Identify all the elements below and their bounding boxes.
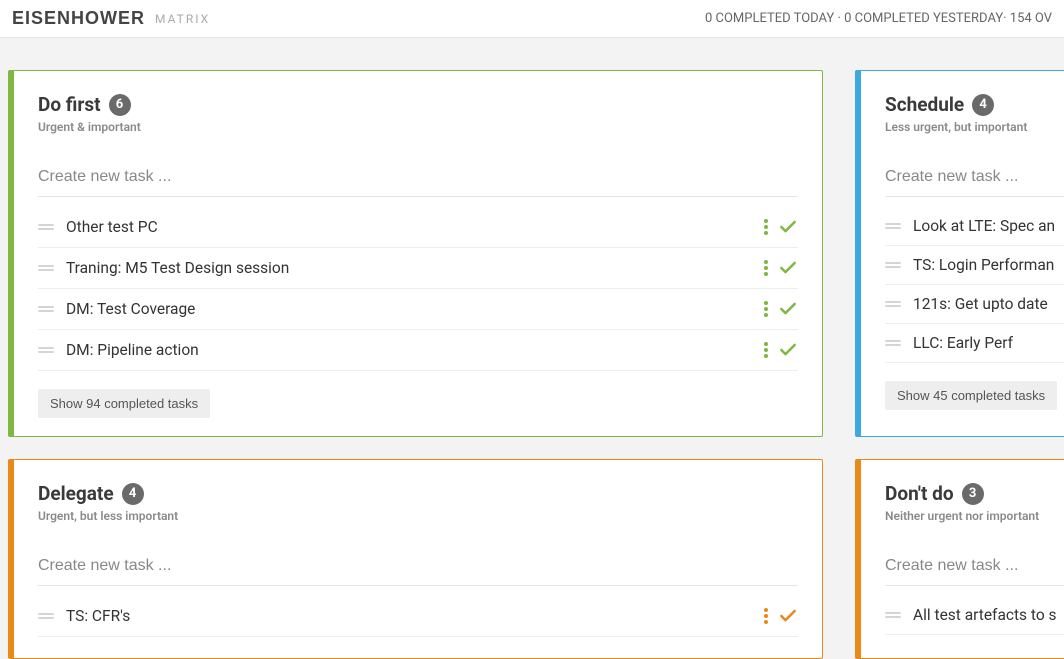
complete-icon[interactable] bbox=[778, 606, 798, 626]
complete-icon[interactable] bbox=[778, 258, 798, 278]
count-badge: 3 bbox=[962, 483, 984, 505]
task-row[interactable]: DM: Test Coverage bbox=[38, 289, 798, 330]
drag-handle-icon[interactable] bbox=[885, 223, 901, 229]
task-row[interactable]: Other test PC bbox=[38, 207, 798, 248]
quadrant-title: Don't do bbox=[885, 482, 954, 505]
quadrant-subtitle: Neither urgent nor important bbox=[885, 509, 1064, 523]
show-completed-button[interactable]: Show 94 completed tasks bbox=[38, 389, 210, 418]
quadrant-subtitle: Urgent, but less important bbox=[38, 509, 798, 523]
drag-handle-icon[interactable] bbox=[38, 347, 54, 353]
more-icon[interactable] bbox=[764, 260, 768, 276]
task-list[interactable]: Look at LTE: Spec an TS: Login Performan… bbox=[885, 207, 1064, 363]
brand: EISENHOWER bbox=[12, 8, 145, 29]
task-row[interactable]: All test artefacts to s bbox=[885, 596, 1064, 635]
more-icon[interactable] bbox=[764, 342, 768, 358]
complete-icon[interactable] bbox=[778, 340, 798, 360]
drag-handle-icon[interactable] bbox=[38, 224, 54, 230]
new-task-input[interactable] bbox=[885, 162, 1064, 197]
quadrant-delegate: Delegate 4 Urgent, but less important TS… bbox=[8, 459, 823, 659]
count-badge: 4 bbox=[972, 94, 994, 116]
quadrant-title: Schedule bbox=[885, 93, 964, 116]
quadrant-subtitle: Less urgent, but important bbox=[885, 120, 1064, 134]
task-text: Look at LTE: Spec an bbox=[913, 217, 1064, 235]
new-task-input[interactable] bbox=[885, 551, 1064, 586]
drag-handle-icon[interactable] bbox=[38, 265, 54, 271]
task-text: TS: Login Performan bbox=[913, 256, 1064, 274]
task-list[interactable]: TS: CFR's bbox=[38, 596, 798, 637]
task-row[interactable]: DM: Pipeline action bbox=[38, 330, 798, 371]
complete-icon[interactable] bbox=[778, 217, 798, 237]
stats-summary: 0 COMPLETED TODAY · 0 COMPLETED YESTERDA… bbox=[705, 11, 1052, 26]
quadrant-title: Delegate bbox=[38, 482, 114, 505]
task-row[interactable]: Traning: M5 Test Design session bbox=[38, 248, 798, 289]
more-icon[interactable] bbox=[764, 301, 768, 317]
complete-icon[interactable] bbox=[778, 299, 798, 319]
quadrant-title: Do first bbox=[38, 93, 101, 116]
new-task-input[interactable] bbox=[38, 162, 798, 197]
count-badge: 4 bbox=[122, 483, 144, 505]
quadrant-do-first: Do first 6 Urgent & important Other test… bbox=[8, 70, 823, 437]
quadrant-schedule: Schedule 4 Less urgent, but important Lo… bbox=[855, 70, 1064, 437]
drag-handle-icon[interactable] bbox=[885, 612, 901, 618]
drag-handle-icon[interactable] bbox=[885, 262, 901, 268]
count-badge: 6 bbox=[109, 94, 131, 116]
show-completed-button[interactable]: Show 45 completed tasks bbox=[885, 381, 1057, 410]
task-text: Other test PC bbox=[66, 218, 752, 236]
more-icon[interactable] bbox=[764, 219, 768, 235]
task-text: DM: Test Coverage bbox=[66, 300, 752, 318]
task-list[interactable]: All test artefacts to s bbox=[885, 596, 1064, 635]
task-text: Traning: M5 Test Design session bbox=[66, 259, 752, 277]
task-row[interactable]: Look at LTE: Spec an bbox=[885, 207, 1064, 246]
task-row[interactable]: TS: Login Performan bbox=[885, 246, 1064, 285]
new-task-input[interactable] bbox=[38, 551, 798, 586]
task-row[interactable]: TS: CFR's bbox=[38, 596, 798, 637]
task-text: TS: CFR's bbox=[66, 607, 752, 625]
task-text: LLC: Early Perf bbox=[913, 334, 1064, 352]
drag-handle-icon[interactable] bbox=[38, 613, 54, 619]
quadrant-dont-do: Don't do 3 Neither urgent nor important … bbox=[855, 459, 1064, 659]
drag-handle-icon[interactable] bbox=[38, 306, 54, 312]
topbar: EISENHOWER MATRIX 0 COMPLETED TODAY · 0 … bbox=[0, 0, 1064, 38]
drag-handle-icon[interactable] bbox=[885, 340, 901, 346]
task-text: 121s: Get upto date bbox=[913, 295, 1064, 313]
task-text: All test artefacts to s bbox=[913, 606, 1064, 624]
task-row[interactable]: LLC: Early Perf bbox=[885, 324, 1064, 363]
drag-handle-icon[interactable] bbox=[885, 301, 901, 307]
task-row[interactable]: 121s: Get upto date bbox=[885, 285, 1064, 324]
more-icon[interactable] bbox=[764, 608, 768, 624]
quadrant-subtitle: Urgent & important bbox=[38, 120, 798, 134]
task-list[interactable]: Other test PC Traning: M5 Test Design se… bbox=[38, 207, 798, 371]
brand-sub: MATRIX bbox=[155, 12, 210, 26]
task-text: DM: Pipeline action bbox=[66, 341, 752, 359]
